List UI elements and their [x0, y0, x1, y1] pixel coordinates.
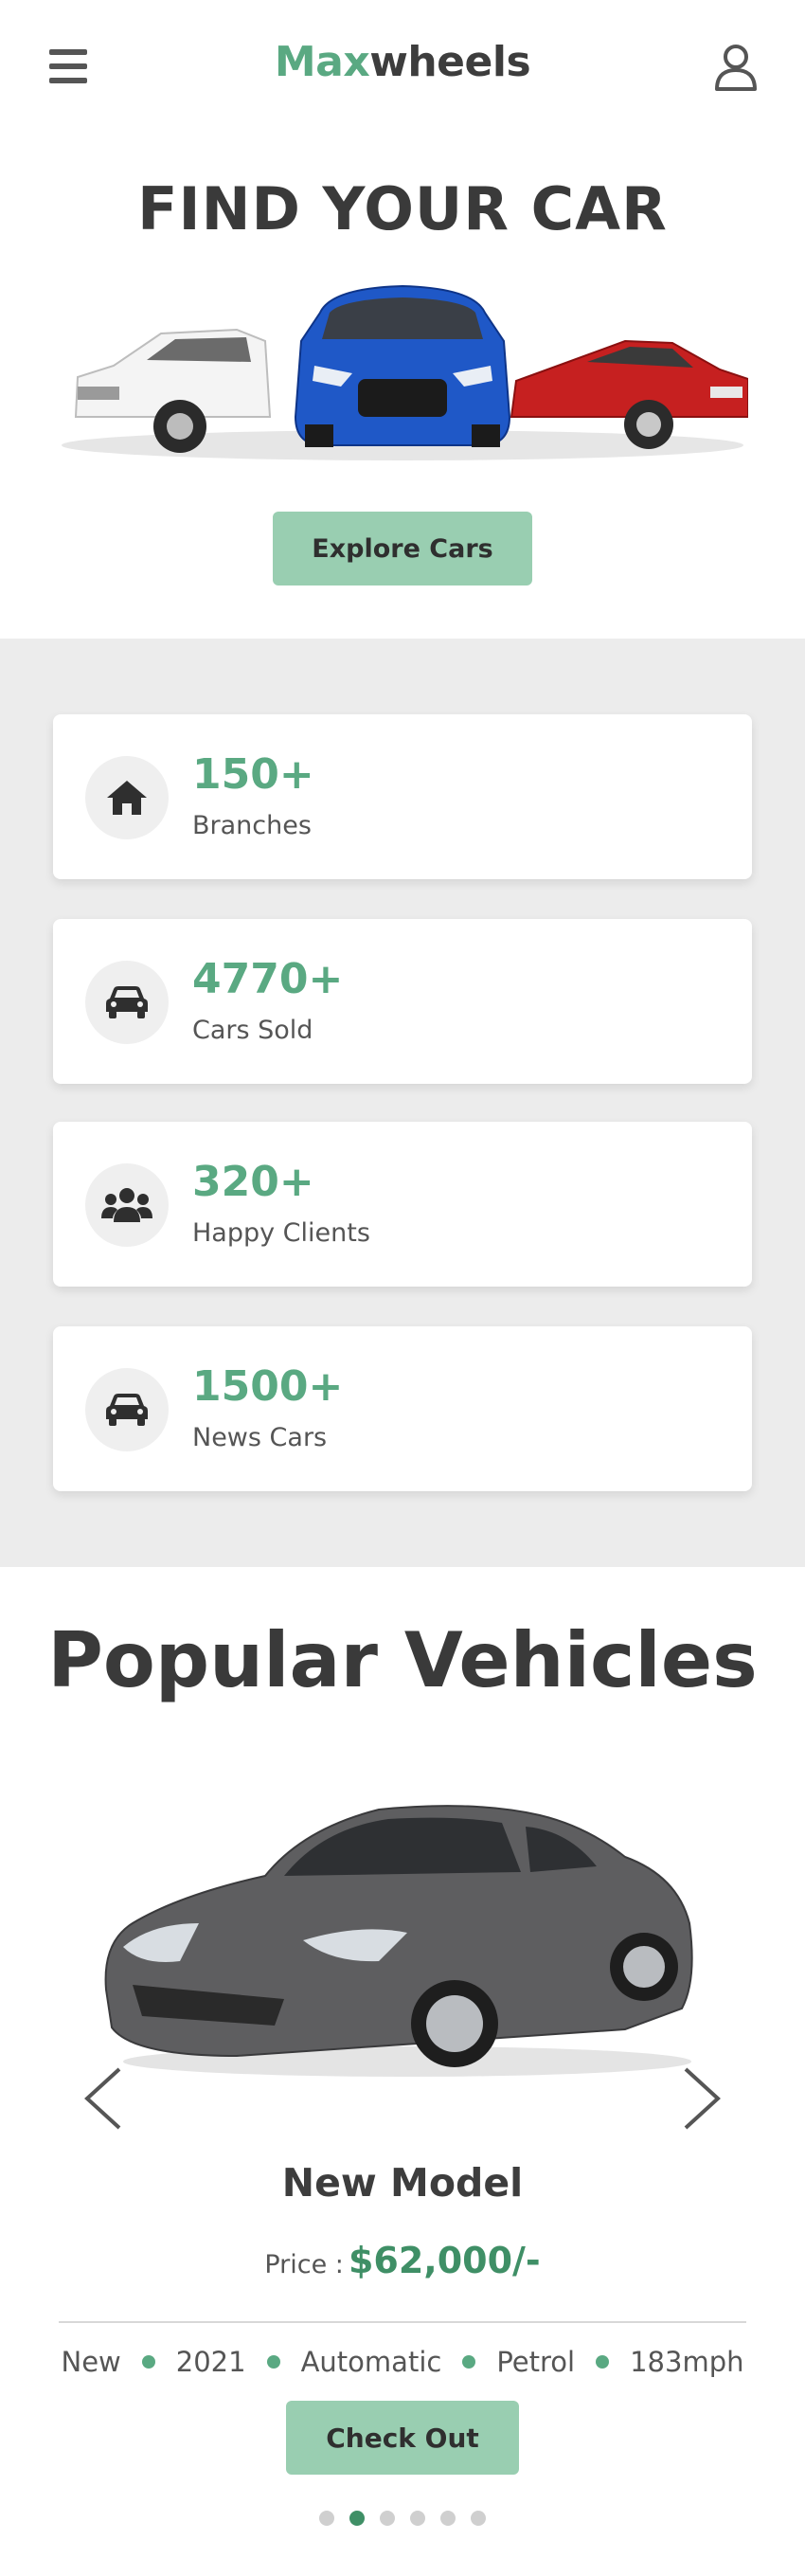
spec-separator-dot	[266, 2355, 280, 2369]
divider	[59, 2321, 746, 2323]
popular-vehicles-title: Popular Vehicles	[0, 1616, 805, 1704]
users-icon	[101, 1188, 152, 1222]
carousel-pagination	[0, 2511, 805, 2526]
hero-title: FIND YOUR CAR	[137, 174, 668, 243]
carousel-dot[interactable]	[410, 2511, 425, 2526]
carousel-dot[interactable]	[471, 2511, 486, 2526]
car-icon	[106, 986, 148, 1018]
check-out-button[interactable]: Check Out	[286, 2401, 519, 2475]
carousel-dot[interactable]	[440, 2511, 456, 2526]
spec-fuel: Petrol	[496, 2346, 576, 2378]
stat-card-news-cars: 1500+ News Cars	[53, 1326, 752, 1491]
logo-wheels: wheels	[369, 38, 531, 86]
stats-section: 150+ Branches 4770+ Cars Sold 320+ Happy…	[0, 639, 805, 1567]
stat-value: 1500+	[192, 1362, 344, 1411]
stat-card-cars-sold: 4770+ Cars Sold	[53, 919, 752, 1084]
stat-icon-circle	[85, 961, 169, 1044]
stat-value: 320+	[192, 1158, 314, 1206]
stat-card-branches: 150+ Branches	[53, 714, 752, 879]
header: Maxwheels	[0, 0, 805, 133]
carousel-dot[interactable]	[319, 2511, 334, 2526]
stat-label: News Cars	[192, 1423, 328, 1452]
hero-cars-image	[62, 284, 748, 460]
logo[interactable]: Maxwheels	[0, 38, 805, 86]
spec-condition: New	[61, 2346, 121, 2378]
user-icon[interactable]	[714, 44, 758, 91]
spec-separator-dot	[141, 2355, 155, 2369]
vehicle-model-name: New Model	[281, 2160, 524, 2206]
popular-title-highlight: Vehicles	[403, 1616, 758, 1704]
stat-value: 150+	[192, 750, 314, 799]
stat-icon-circle	[85, 756, 169, 839]
stat-icon-circle	[85, 1163, 169, 1247]
carousel-next-arrow-icon[interactable]	[678, 2065, 724, 2132]
stat-value: 4770+	[192, 955, 344, 1003]
logo-max: Max	[274, 38, 370, 86]
spec-year: 2021	[175, 2346, 246, 2378]
spec-separator-dot	[462, 2355, 476, 2369]
spec-transmission: Automatic	[300, 2346, 442, 2378]
stat-card-happy-clients: 320+ Happy Clients	[53, 1122, 752, 1287]
carousel-prev-arrow-icon[interactable]	[81, 2065, 127, 2132]
price-label: Price :	[264, 2250, 344, 2279]
explore-cars-button[interactable]: Explore Cars	[273, 512, 532, 585]
car-icon	[106, 1394, 148, 1426]
carousel-dot[interactable]	[380, 2511, 395, 2526]
stat-label: Happy Clients	[192, 1218, 370, 1248]
vehicle-image	[104, 1805, 693, 2077]
stat-label: Branches	[192, 811, 312, 840]
stat-label: Cars Sold	[192, 1016, 313, 1045]
stat-icon-circle	[85, 1368, 169, 1451]
spec-top-speed: 183mph	[630, 2346, 744, 2378]
vehicle-price: Price : $62,000/-	[0, 2240, 805, 2281]
price-value: $62,000/-	[348, 2240, 541, 2281]
vehicle-specs: New 2021 Automatic Petrol 183mph	[59, 2346, 746, 2378]
carousel-dot[interactable]	[349, 2511, 365, 2526]
blue-suv	[294, 284, 511, 447]
home-icon	[107, 781, 147, 815]
popular-title-word: Popular	[47, 1616, 378, 1704]
spec-separator-dot	[596, 2355, 610, 2369]
